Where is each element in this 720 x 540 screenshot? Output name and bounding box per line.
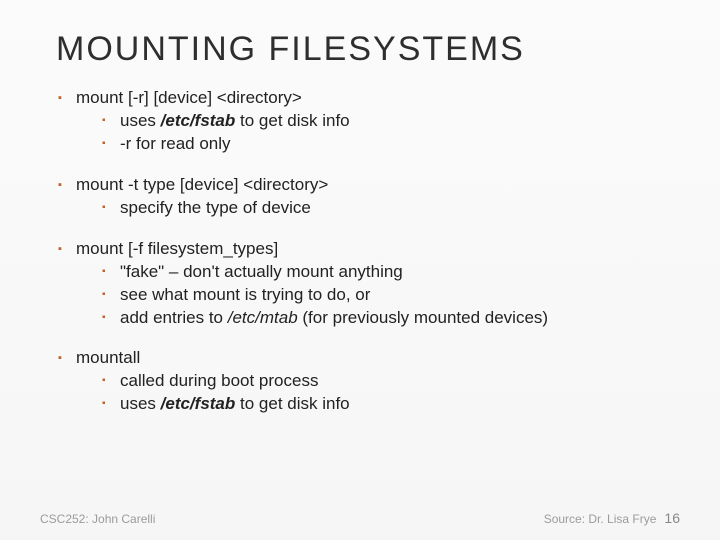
bullet-mount-f: mount [-f filesystem_types]	[58, 238, 680, 261]
text: to get disk info	[235, 111, 349, 130]
bullet-add-mtab: add entries to /etc/mtab (for previously…	[102, 307, 680, 330]
footer: CSC252: John Carelli Source: Dr. Lisa Fr…	[40, 510, 680, 526]
group-mountall: mountall called during boot process uses…	[56, 347, 680, 416]
slide-body: mount [-r] [device] <directory> uses /et…	[56, 87, 680, 416]
group-mount-t: mount -t type [device] <directory> speci…	[56, 174, 680, 220]
bullet-specify-type: specify the type of device	[102, 197, 680, 220]
bullet-fake: "fake" – don't actually mount anything	[102, 261, 680, 284]
footer-left: CSC252: John Carelli	[40, 512, 155, 526]
page-number: 16	[664, 510, 680, 526]
footer-right: Source: Dr. Lisa Frye 16	[544, 510, 680, 526]
bullet-mount-r: mount [-r] [device] <directory>	[58, 87, 680, 110]
group-mount-f: mount [-f filesystem_types] "fake" – don…	[56, 238, 680, 330]
text: to get disk info	[235, 394, 349, 413]
footer-source: Source: Dr. Lisa Frye	[544, 512, 657, 526]
bullet-uses-fstab: uses /etc/fstab to get disk info	[102, 110, 680, 133]
bullet-mountall: mountall	[58, 347, 680, 370]
bullet-boot-process: called during boot process	[102, 370, 680, 393]
text: (for previously mounted devices)	[298, 308, 548, 327]
bullet-see-what: see what mount is trying to do, or	[102, 284, 680, 307]
path-etc-mtab: /etc/mtab	[228, 308, 298, 327]
bullet-r-readonly: -r for read only	[102, 133, 680, 156]
path-etc-fstab: /etc/fstab	[161, 111, 236, 130]
text: add entries to	[120, 308, 228, 327]
text: uses	[120, 394, 161, 413]
path-etc-fstab-2: /etc/fstab	[161, 394, 236, 413]
group-mount-r: mount [-r] [device] <directory> uses /et…	[56, 87, 680, 156]
bullet-uses-fstab-2: uses /etc/fstab to get disk info	[102, 393, 680, 416]
text: uses	[120, 111, 161, 130]
slide: MOUNTING FILESYSTEMS mount [-r] [device]…	[0, 0, 720, 540]
slide-title: MOUNTING FILESYSTEMS	[56, 30, 680, 69]
bullet-mount-t: mount -t type [device] <directory>	[58, 174, 680, 197]
